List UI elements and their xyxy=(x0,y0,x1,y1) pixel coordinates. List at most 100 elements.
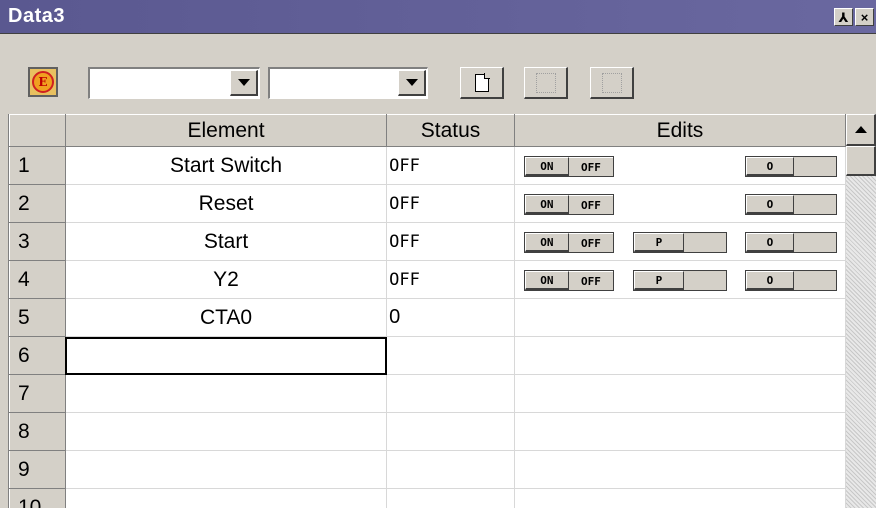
insert-row-icon xyxy=(535,72,556,93)
row-number[interactable]: 1 xyxy=(9,146,66,185)
pulse-button[interactable]: P xyxy=(633,271,684,290)
table-row[interactable]: 8 xyxy=(9,412,846,451)
element-cell[interactable] xyxy=(65,374,388,413)
pulse-button[interactable]: P xyxy=(633,233,684,252)
row-number[interactable]: 9 xyxy=(9,450,66,489)
on-off-toggle[interactable]: ON OFF xyxy=(523,194,614,215)
on-button[interactable]: ON xyxy=(524,195,569,214)
override-button[interactable]: O xyxy=(745,271,794,290)
edits-cell xyxy=(514,374,846,413)
scroll-thumb[interactable] xyxy=(846,146,876,176)
status-cell: OFF xyxy=(386,260,515,299)
element-cell[interactable] xyxy=(65,450,388,489)
close-icon[interactable]: × xyxy=(855,8,874,26)
element-type-dropdown[interactable] xyxy=(88,67,260,99)
on-off-toggle[interactable]: ON OFF xyxy=(523,156,614,177)
override-toggle[interactable]: O xyxy=(744,194,837,215)
override-button[interactable]: O xyxy=(745,195,794,214)
row-number[interactable]: 8 xyxy=(9,412,66,451)
edits-cell xyxy=(514,298,846,337)
status-cell: OFF xyxy=(386,184,515,223)
row-number[interactable]: 2 xyxy=(9,184,66,223)
edits-cell: ON OFF O xyxy=(514,184,846,223)
edits-cell xyxy=(514,488,846,508)
on-off-toggle[interactable]: ON OFF xyxy=(523,232,614,253)
row-number[interactable]: 7 xyxy=(9,374,66,413)
element-cell[interactable]: CTA0 xyxy=(65,298,388,337)
header-row: Element Status Edits xyxy=(9,114,846,147)
row-number[interactable]: 10 xyxy=(9,488,66,508)
on-button[interactable]: ON xyxy=(524,233,569,252)
status-cell: 0 xyxy=(386,298,515,337)
column-header-edits[interactable]: Edits xyxy=(513,114,846,147)
table-row[interactable]: 9 xyxy=(9,450,846,489)
off-button[interactable]: OFF xyxy=(568,233,613,252)
table-row[interactable]: 1 Start Switch OFF ON OFF O xyxy=(9,146,846,185)
status-cell xyxy=(386,336,515,375)
data-window: Data3 ⅄ × E Element Status Edits 1 Start… xyxy=(0,0,876,508)
row-number[interactable]: 5 xyxy=(9,298,66,337)
edits-cell: ON OFF P O xyxy=(514,260,846,299)
table-row[interactable]: 6 xyxy=(9,336,846,375)
table-row[interactable]: 5 CTA0 0 xyxy=(9,298,846,337)
grid-view-button[interactable] xyxy=(590,67,634,99)
new-data-view-button[interactable] xyxy=(460,67,504,99)
corner-header[interactable] xyxy=(9,114,66,147)
element-cell-selected[interactable] xyxy=(65,336,388,375)
edit-mode-button[interactable]: E xyxy=(28,67,58,97)
new-document-icon xyxy=(474,72,490,92)
pin-icon[interactable]: ⅄ xyxy=(834,8,853,26)
override-button[interactable]: O xyxy=(745,157,794,176)
chevron-up-icon xyxy=(854,126,867,133)
row-number[interactable]: 3 xyxy=(9,222,66,261)
element-cell[interactable]: Start xyxy=(65,222,388,261)
window-title: Data3 xyxy=(8,5,65,27)
edits-cell xyxy=(514,336,846,375)
off-button[interactable]: OFF xyxy=(568,271,613,290)
off-button[interactable]: OFF xyxy=(568,157,613,176)
table-row[interactable]: 2 Reset OFF ON OFF O xyxy=(9,184,846,223)
element-cell[interactable] xyxy=(65,412,388,451)
edits-cell: ON OFF O xyxy=(514,146,846,185)
element-cell[interactable] xyxy=(65,488,388,508)
element-cell[interactable]: Start Switch xyxy=(65,146,388,185)
data-grid: Element Status Edits 1 Start Switch OFF … xyxy=(8,114,846,508)
vertical-scrollbar[interactable] xyxy=(846,114,876,508)
status-cell: OFF xyxy=(386,222,515,261)
status-cell xyxy=(386,412,515,451)
off-button[interactable]: OFF xyxy=(568,195,613,214)
table-row[interactable]: 10 xyxy=(9,488,846,508)
scroll-up-button[interactable] xyxy=(846,114,876,146)
row-number[interactable]: 4 xyxy=(9,260,66,299)
grid-icon xyxy=(601,72,622,93)
address-dropdown[interactable] xyxy=(268,67,428,99)
table-row[interactable]: 7 xyxy=(9,374,846,413)
edits-cell xyxy=(514,412,846,451)
on-button[interactable]: ON xyxy=(524,157,569,176)
element-cell[interactable]: Reset xyxy=(65,184,388,223)
on-off-toggle[interactable]: ON OFF xyxy=(523,270,614,291)
pulse-toggle[interactable]: P xyxy=(632,270,727,291)
edits-cell xyxy=(514,450,846,489)
element-cell[interactable]: Y2 xyxy=(65,260,388,299)
column-header-status[interactable]: Status xyxy=(386,114,515,147)
pulse-toggle[interactable]: P xyxy=(632,232,727,253)
title-bar[interactable]: Data3 ⅄ × xyxy=(0,0,876,34)
on-button[interactable]: ON xyxy=(524,271,569,290)
status-cell xyxy=(386,488,515,508)
table-row[interactable]: 4 Y2 OFF ON OFF P O xyxy=(9,260,846,299)
override-toggle[interactable]: O xyxy=(744,232,837,253)
edit-mode-icon: E xyxy=(32,71,54,93)
chevron-down-icon[interactable] xyxy=(230,70,258,96)
row-number[interactable]: 6 xyxy=(9,336,66,375)
edits-cell: ON OFF P O xyxy=(514,222,846,261)
column-header-element[interactable]: Element xyxy=(64,114,388,147)
chevron-down-icon[interactable] xyxy=(398,70,426,96)
override-button[interactable]: O xyxy=(745,233,794,252)
insert-row-button[interactable] xyxy=(524,67,568,99)
status-cell xyxy=(386,374,515,413)
table-row[interactable]: 3 Start OFF ON OFF P O xyxy=(9,222,846,261)
status-cell: OFF xyxy=(386,146,515,185)
override-toggle[interactable]: O xyxy=(744,156,837,177)
override-toggle[interactable]: O xyxy=(744,270,837,291)
